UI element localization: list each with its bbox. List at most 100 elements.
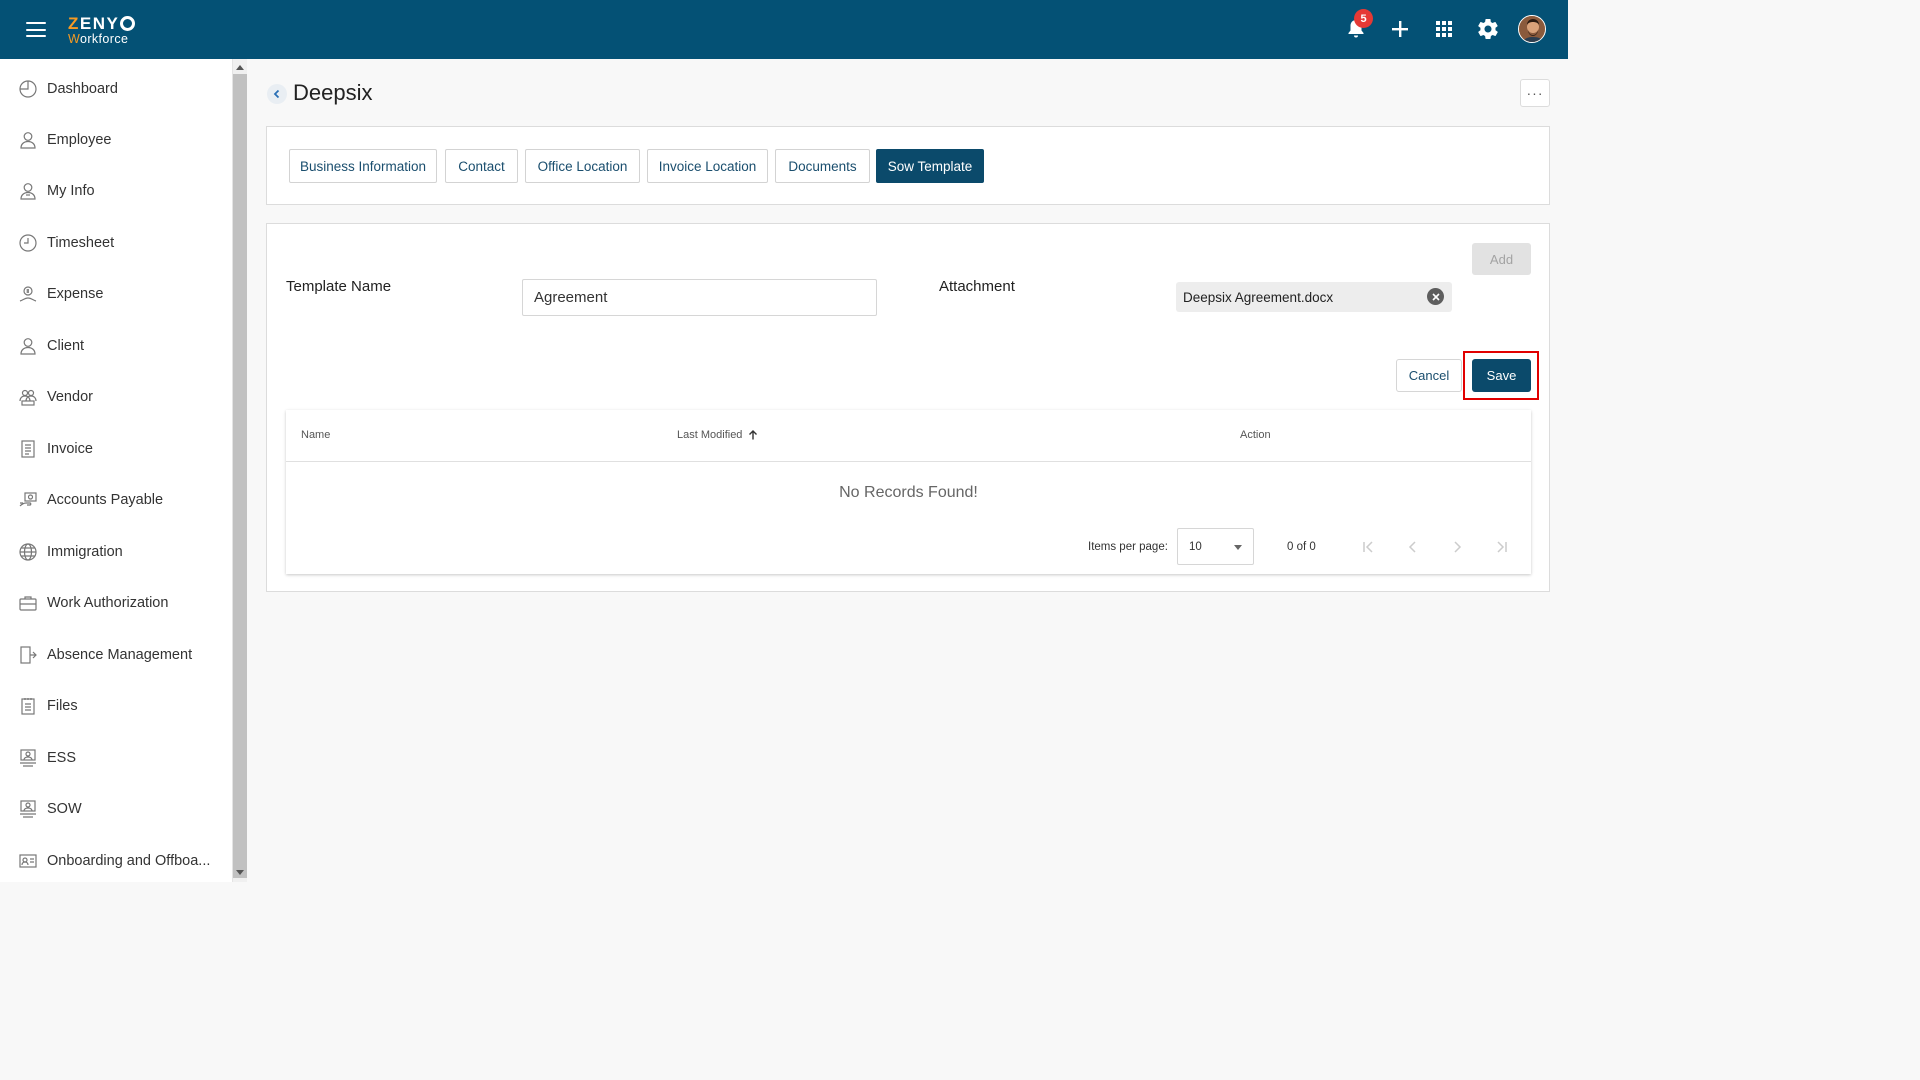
logo-wordmark: Z ENY [68,15,136,32]
add-button[interactable] [1384,13,1416,45]
sidebar-item-label: Files [47,698,78,714]
settings-button[interactable] [1472,13,1504,45]
more-options-button[interactable]: ··· [1520,79,1550,107]
add-button[interactable]: Add [1472,243,1531,275]
expense-icon [18,284,38,304]
sidebar-item-dashboard[interactable]: Dashboard [18,74,228,104]
pagination-range: 0 of 0 [1287,541,1316,553]
files-icon [18,696,38,716]
top-header: Z ENY Workforce 5 [0,0,1568,59]
close-icon [1431,292,1440,301]
sidebar-item-timesheet[interactable]: Timesheet [18,228,228,258]
logo-subtitle: Workforce [68,32,129,46]
sidebar-item-expense[interactable]: Expense [18,279,228,309]
apps-grid-icon [1436,21,1452,37]
sidebar-item-label: Employee [47,132,112,148]
sidebar-item-label: Absence Management [47,647,193,663]
profile-button[interactable] [1516,13,1548,45]
tab-documents[interactable]: Documents [775,149,870,183]
items-per-page-value: 10 [1189,540,1202,553]
sidebar-item-label: Dashboard [47,81,118,97]
attachment-filename: Deepsix Agreement.docx [1183,289,1334,305]
dropdown-arrow-icon [1234,545,1242,550]
empty-state-message: No Records Found! [839,484,978,501]
remove-attachment-button[interactable] [1427,288,1444,305]
sidebar-item-label: Onboarding and Offboa... [47,853,211,869]
tab-business-information[interactable]: Business Information [289,149,437,183]
chevron-left-icon [1408,541,1416,553]
sidebar-item-label: Accounts Payable [47,492,164,508]
accounts-payable-icon [18,490,38,510]
back-button[interactable] [267,84,287,104]
sidebar-item-vendor[interactable]: Vendor [18,382,228,412]
scroll-up-arrow[interactable] [236,65,244,70]
tab-sow-template[interactable]: Sow Template [876,149,984,183]
scroll-thumb[interactable] [233,74,247,878]
sidebar-item-label: Work Authorization [47,595,169,611]
sidebar-item-invoice[interactable]: Invoice [18,434,228,464]
notification-badge: 5 [1354,9,1373,28]
previous-page-button[interactable] [1403,537,1423,557]
sidebar-item-ess[interactable]: ESS [18,743,228,773]
sidebar-item-my-info[interactable]: My Info [18,176,228,206]
sidebar-item-immigration[interactable]: Immigration [18,537,228,567]
last-page-icon [1497,541,1507,553]
items-per-page-label: Items per page: [1088,541,1168,553]
page-title: Deepsix [293,80,373,105]
app-logo[interactable]: Z ENY Workforce [68,15,136,46]
first-page-icon [1363,541,1373,553]
attachment-label: Attachment [939,278,1015,295]
globe-icon [18,542,38,562]
sidebar-item-employee[interactable]: Employee [18,125,228,155]
exit-door-icon [18,645,38,665]
sidebar-item-client[interactable]: Client [18,331,228,361]
vendor-icon [18,387,38,407]
template-name-input[interactable]: Agreement [522,279,877,316]
notifications-button[interactable]: 5 [1340,9,1373,45]
sidebar-item-absence-management[interactable]: Absence Management [18,640,228,670]
column-header-last-modified[interactable]: Last Modified [677,429,759,441]
sow-icon [18,799,38,819]
client-icon [18,336,38,356]
column-header-label: Last Modified [677,429,743,441]
header-divider [286,461,1531,462]
apps-button[interactable] [1428,13,1460,45]
column-header-name[interactable]: Name [301,429,330,441]
save-button[interactable]: Save [1472,359,1531,392]
user-avatar [1518,15,1546,43]
sidebar-item-accounts-payable[interactable]: Accounts Payable [18,485,228,515]
sidebar: Dashboard Employee My Info Timesheet Exp… [0,59,232,882]
sidebar-item-label: Expense [47,286,104,302]
sidebar-item-label: Timesheet [47,235,115,251]
sidebar-scrollbar[interactable] [232,59,247,882]
next-page-button[interactable] [1447,537,1467,557]
templates-table: Name Last Modified Action No Records Fou… [286,410,1531,574]
briefcase-icon [18,593,38,613]
last-page-button[interactable] [1491,537,1511,557]
sidebar-item-label: ESS [47,750,77,766]
ess-icon [18,748,38,768]
tabs-panel: Business Information Contact Office Loca… [266,126,1550,205]
chevron-right-icon [1454,541,1462,553]
sidebar-item-files[interactable]: Files [18,691,228,721]
sidebar-item-work-authorization[interactable]: Work Authorization [18,588,228,618]
tab-invoice-location[interactable]: Invoice Location [647,149,768,183]
sidebar-item-onboarding[interactable]: Onboarding and Offboa... [18,846,228,876]
sort-ascending-icon [749,430,758,440]
first-page-button[interactable] [1359,537,1379,557]
sidebar-item-label: Invoice [47,441,93,457]
cancel-button[interactable]: Cancel [1396,359,1462,392]
sidebar-item-label: SOW [47,801,82,817]
sidebar-item-sow[interactable]: SOW [18,794,228,824]
menu-icon[interactable] [26,22,46,37]
tab-contact[interactable]: Contact [445,149,518,183]
scroll-down-arrow[interactable] [236,870,244,875]
items-per-page-select[interactable]: 10 [1177,528,1254,565]
employee-icon [18,130,38,150]
tab-office-location[interactable]: Office Location [525,149,640,183]
attachment-chip: Deepsix Agreement.docx [1176,282,1452,312]
chevron-left-icon [273,89,280,99]
id-card-icon [18,851,38,871]
invoice-icon [18,439,38,459]
my-info-icon [18,181,38,201]
